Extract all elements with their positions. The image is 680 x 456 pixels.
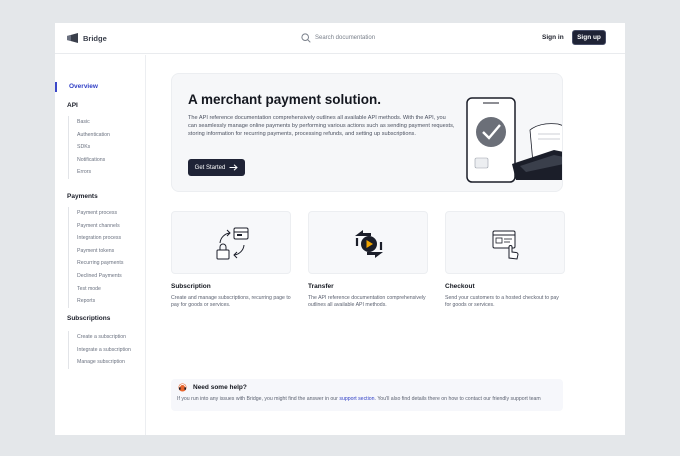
help-title: Need some help?: [193, 384, 247, 391]
sidebar-item-payment-channels[interactable]: Payment channels: [77, 220, 123, 233]
get-started-button[interactable]: Get Started: [188, 159, 245, 176]
search-input[interactable]: Search documentation: [315, 35, 375, 41]
arrow-right-icon: [229, 164, 239, 171]
sidebar-item-payment-tokens[interactable]: Payment tokens: [77, 245, 123, 258]
subscription-title[interactable]: Subscription: [171, 283, 211, 290]
transfer-icon: [355, 230, 383, 258]
sidebar-item-test-mode[interactable]: Test mode: [77, 283, 123, 296]
subscription-icon: [216, 227, 249, 260]
help-text-after: . You'll also find details there on how …: [374, 396, 541, 402]
checkout-description: Send your customers to a hosted checkout…: [445, 295, 559, 309]
sidebar-group-api: Basic Authentication SDKs Notifications …: [68, 116, 110, 179]
sidebar-item-manage-subscription[interactable]: Manage subscription: [77, 356, 131, 369]
support-section-link[interactable]: support section: [339, 396, 374, 402]
sidebar-item-declined-payments[interactable]: Declined Payments: [77, 270, 123, 283]
sidebar-section-payments[interactable]: Payments: [67, 193, 98, 200]
subscription-description: Create and manage subscriptions, recurri…: [171, 295, 291, 309]
transfer-description: The API reference documentation comprehe…: [308, 295, 426, 309]
bridge-logo-icon: [67, 33, 78, 43]
sidebar-item-basic[interactable]: Basic: [77, 116, 110, 129]
sidebar-item-integrate-subscription[interactable]: Integrate a subscription: [77, 344, 131, 357]
sidebar-item-reports[interactable]: Reports: [77, 295, 123, 308]
help-banner: Need some help? If you run into any issu…: [171, 379, 563, 411]
checkout-icon: [492, 230, 519, 260]
phone-payment-terminal-icon: [466, 97, 562, 183]
sidebar-item-payment-process[interactable]: Payment process: [77, 207, 123, 220]
get-started-label: Get Started: [194, 164, 226, 171]
sidebar: Overview API Basic Authentication SDKs N…: [55, 55, 146, 435]
main-content: A merchant payment solution. The API ref…: [147, 55, 625, 435]
sidebar-item-create-subscription[interactable]: Create a subscription: [77, 331, 131, 344]
hero-banner: A merchant payment solution. The API ref…: [171, 73, 563, 192]
sidebar-group-payments: Payment process Payment channels Integra…: [68, 207, 123, 308]
checkout-card[interactable]: [445, 211, 565, 274]
brand-logo[interactable]: Bridge: [67, 33, 107, 43]
search-bar[interactable]: Search documentation: [301, 33, 375, 43]
search-icon: [301, 33, 311, 43]
transfer-title[interactable]: Transfer: [308, 283, 334, 290]
checkout-title[interactable]: Checkout: [445, 283, 475, 290]
sidebar-item-sdks[interactable]: SDKs: [77, 141, 110, 154]
sidebar-item-integration-process[interactable]: Integration process: [77, 232, 123, 245]
app-window: Bridge Search documentation Sign in Sign…: [55, 23, 625, 435]
sidebar-section-subscriptions[interactable]: Subscriptions: [67, 315, 110, 322]
help-text-before: If you run into any issues with Bridge, …: [177, 396, 340, 402]
brand-name: Bridge: [83, 33, 107, 43]
subscription-card[interactable]: [171, 211, 291, 274]
help-text: If you run into any issues with Bridge, …: [177, 396, 563, 403]
sign-up-button[interactable]: Sign up: [572, 30, 606, 45]
sidebar-section-api[interactable]: API: [67, 102, 78, 109]
sidebar-item-recurring-payments[interactable]: Recurring payments: [77, 257, 123, 270]
hero-title: A merchant payment solution.: [188, 92, 382, 107]
sidebar-item-overview[interactable]: Overview: [55, 82, 98, 92]
top-bar: Bridge Search documentation Sign in Sign…: [55, 23, 625, 54]
sidebar-item-notifications[interactable]: Notifications: [77, 154, 110, 167]
sidebar-item-authentication[interactable]: Authentication: [77, 129, 110, 142]
sign-in-link[interactable]: Sign in: [542, 34, 564, 41]
help-icon: [178, 383, 187, 392]
transfer-card[interactable]: [308, 211, 428, 274]
hero-description: The API reference documentation comprehe…: [188, 115, 455, 138]
sidebar-group-subscriptions: Create a subscription Integrate a subscr…: [68, 331, 131, 369]
sidebar-item-errors[interactable]: Errors: [77, 166, 110, 179]
